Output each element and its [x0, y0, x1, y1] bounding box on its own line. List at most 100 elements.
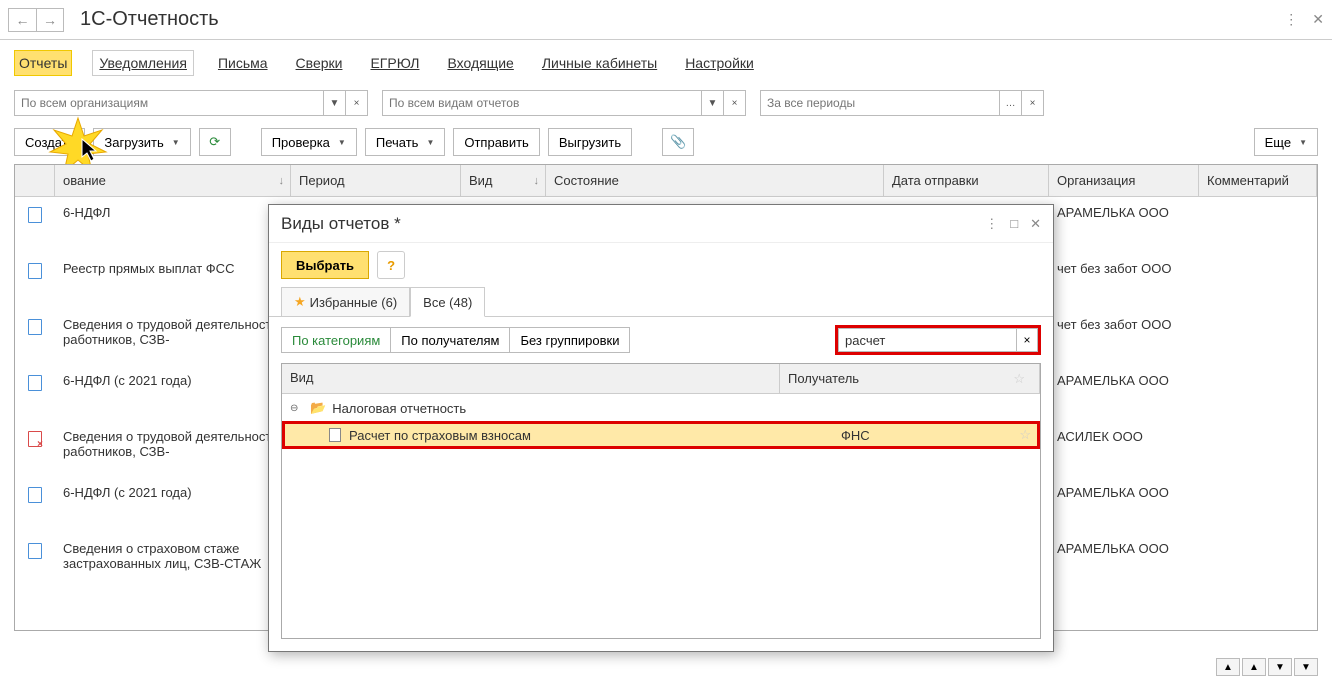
search-highlight: × — [835, 325, 1041, 355]
document-icon — [28, 431, 42, 447]
dialog-title: Виды отчетов * — [281, 214, 401, 234]
tab-letters[interactable]: Письма — [214, 51, 272, 75]
col-name[interactable]: ование↓ — [55, 165, 291, 196]
attach-button[interactable]: 📎 — [662, 128, 694, 156]
org-filter-input[interactable] — [14, 90, 324, 116]
report-types-dialog: Виды отчетов * ⋮ □ ✕ Выбрать ? ★Избранны… — [268, 204, 1054, 652]
star-icon: ★ — [294, 294, 306, 310]
select-button[interactable]: Выбрать — [281, 251, 369, 279]
help-button[interactable]: ? — [377, 251, 405, 279]
title-bar: ← → 1С-Отчетность ⋮ ✕ — [0, 0, 1332, 40]
dialog-grid-body[interactable]: ⊖ 📂 Налоговая отчетность Расчет по страх… — [282, 394, 1040, 638]
app-title: 1С-Отчетность — [80, 8, 219, 31]
type-filter-input[interactable] — [382, 90, 702, 116]
tab-cabinets[interactable]: Личные кабинеты — [538, 51, 661, 75]
document-icon — [28, 487, 42, 503]
dialog-col-type[interactable]: Вид — [282, 364, 780, 393]
dialog-toolbar: Выбрать ? — [269, 243, 1053, 287]
document-icon — [28, 207, 42, 223]
col-org[interactable]: Организация — [1049, 165, 1199, 196]
row-org: АРАМЕЛЬКА ООО — [1049, 373, 1199, 388]
row-org: АРАМЕЛЬКА ООО — [1049, 541, 1199, 556]
tab-reports[interactable]: Отчеты — [14, 50, 72, 76]
col-comment[interactable]: Комментарий — [1199, 165, 1317, 196]
type-filter-clear[interactable]: × — [724, 90, 746, 116]
close-icon[interactable]: ✕ — [1312, 11, 1324, 28]
print-button[interactable]: Печать▼ — [365, 128, 446, 156]
document-icon — [28, 319, 42, 335]
favorite-star-icon[interactable]: ☆ — [1013, 427, 1031, 443]
row-name: Сведения о трудовой деятельности работни… — [55, 317, 291, 347]
tab-all[interactable]: Все (48) — [410, 287, 485, 317]
document-icon — [28, 543, 42, 559]
row-org: чет без забот ООО — [1049, 261, 1199, 276]
folder-icon: 📂 — [310, 400, 326, 416]
col-status[interactable]: Состояние — [546, 165, 884, 196]
tab-incoming[interactable]: Входящие — [443, 51, 517, 75]
tab-egrul[interactable]: ЕГРЮЛ — [366, 51, 423, 75]
nav-forward-button[interactable]: → — [36, 8, 64, 32]
scroll-bottom-button[interactable]: ▼ — [1294, 658, 1318, 676]
load-button[interactable]: Загрузить▼ — [93, 128, 190, 156]
row-name: Реестр прямых выплат ФСС — [55, 261, 291, 276]
col-date[interactable]: Дата отправки — [884, 165, 1049, 196]
tab-notifications[interactable]: Уведомления — [92, 50, 194, 76]
dialog-close-icon[interactable]: ✕ — [1030, 216, 1041, 232]
tree-item-selected[interactable]: Расчет по страховым взносам ФНС ☆ — [282, 421, 1040, 449]
type-filter-dropdown[interactable]: ▼ — [702, 90, 724, 116]
tree-collapse-icon[interactable]: ⊖ — [290, 403, 304, 414]
row-name: Сведения о трудовой деятельности работни… — [55, 429, 291, 459]
send-button[interactable]: Отправить — [453, 128, 539, 156]
period-filter-expand[interactable]: … — [1000, 90, 1022, 116]
period-filter-clear[interactable]: × — [1022, 90, 1044, 116]
dialog-grid: Вид Получатель☆ ⊖ 📂 Налоговая отчетность… — [281, 363, 1041, 639]
export-button[interactable]: Выгрузить — [548, 128, 632, 156]
row-name: Сведения о страховом стаже застрахованны… — [55, 541, 291, 571]
row-org: чет без забот ООО — [1049, 317, 1199, 332]
seg-no-group[interactable]: Без группировки — [510, 327, 630, 353]
org-filter-dropdown[interactable]: ▼ — [324, 90, 346, 116]
seg-by-category[interactable]: По категориям — [281, 327, 391, 353]
toolbar: Создать Загрузить▼ ⟳ Проверка▼ Печать▼ О… — [0, 120, 1332, 164]
dialog-filter-row: По категориям По получателям Без группир… — [269, 317, 1053, 363]
main-tabs: Отчеты Уведомления Письма Сверки ЕГРЮЛ В… — [0, 40, 1332, 86]
dialog-menu-icon[interactable]: ⋮ — [985, 216, 998, 232]
create-button[interactable]: Создать — [14, 128, 85, 156]
row-name: 6-НДФЛ (с 2021 года) — [55, 485, 291, 500]
period-filter-input[interactable] — [760, 90, 1000, 116]
col-type[interactable]: Вид↓ — [461, 165, 546, 196]
dialog-col-recipient[interactable]: Получатель☆ — [780, 364, 1040, 393]
tab-reconciliation[interactable]: Сверки — [292, 51, 347, 75]
check-button[interactable]: Проверка▼ — [261, 128, 357, 156]
menu-icon[interactable]: ⋮ — [1284, 11, 1298, 28]
refresh-button[interactable]: ⟳ — [199, 128, 231, 156]
row-org: АРАМЕЛЬКА ООО — [1049, 205, 1199, 220]
org-filter-clear[interactable]: × — [346, 90, 368, 116]
scroll-up-button[interactable]: ▲ — [1242, 658, 1266, 676]
search-input[interactable] — [838, 328, 1016, 352]
col-icon[interactable] — [15, 165, 55, 196]
nav-back-button[interactable]: ← — [8, 8, 36, 32]
scroll-top-button[interactable]: ▲ — [1216, 658, 1240, 676]
tree-item-name: Расчет по страховым взносам — [349, 428, 531, 443]
grid-header: ование↓ Период Вид↓ Состояние Дата отпра… — [15, 165, 1317, 197]
search-clear-button[interactable]: × — [1016, 328, 1038, 352]
star-column-icon: ☆ — [1013, 371, 1025, 387]
document-icon — [28, 375, 42, 391]
col-period[interactable]: Период — [291, 165, 461, 196]
document-icon — [28, 263, 42, 279]
seg-by-recipient[interactable]: По получателям — [391, 327, 510, 353]
dialog-tabs: ★Избранные (6) Все (48) — [269, 287, 1053, 317]
scroll-down-button[interactable]: ▼ — [1268, 658, 1292, 676]
row-org: АРАМЕЛЬКА ООО — [1049, 485, 1199, 500]
tab-settings[interactable]: Настройки — [681, 51, 758, 75]
dialog-title-bar: Виды отчетов * ⋮ □ ✕ — [269, 205, 1053, 243]
more-button[interactable]: Еще▼ — [1254, 128, 1318, 156]
dialog-grid-header: Вид Получатель☆ — [282, 364, 1040, 394]
tree-folder-row[interactable]: ⊖ 📂 Налоговая отчетность — [282, 394, 1040, 422]
dialog-maximize-icon[interactable]: □ — [1010, 216, 1018, 232]
scroll-controls: ▲ ▲ ▼ ▼ — [1216, 658, 1318, 676]
tab-favorites[interactable]: ★Избранные (6) — [281, 287, 410, 316]
folder-label: Налоговая отчетность — [332, 401, 466, 416]
row-org: АСИЛЕК ООО — [1049, 429, 1199, 444]
